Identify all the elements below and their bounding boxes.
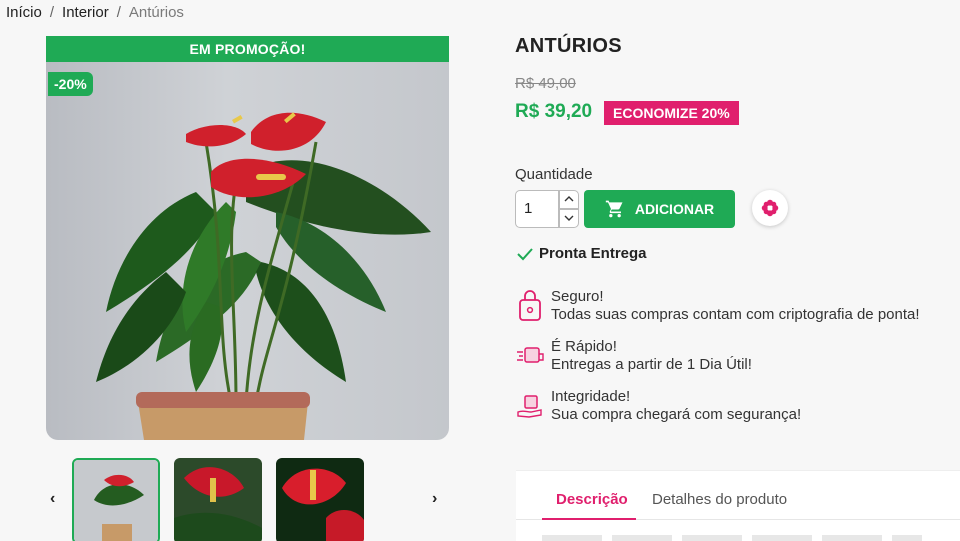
chevron-left-icon[interactable]: ‹ xyxy=(50,490,55,508)
feature-secure: Seguro! Todas suas compras contam com cr… xyxy=(515,288,920,324)
quantity-label: Quantidade xyxy=(515,166,593,183)
feature-title: Seguro! xyxy=(551,288,604,305)
chevron-up-icon xyxy=(564,196,574,202)
feature-text: Entregas a partir de 1 Dia Útil! xyxy=(551,356,752,373)
breadcrumb-category[interactable]: Interior xyxy=(62,4,109,21)
tab-description[interactable]: Descrição xyxy=(556,491,628,508)
fast-delivery-icon xyxy=(517,347,544,363)
quantity-input[interactable]: 1 xyxy=(515,190,559,228)
check-icon xyxy=(517,247,533,260)
tab-content-preview xyxy=(542,535,922,541)
promo-banner: EM PROMOÇÃO! xyxy=(46,36,449,62)
savings-badge: ECONOMIZE 20% xyxy=(604,101,739,125)
feature-integrity: Integridade! Sua compra chegará com segu… xyxy=(515,388,801,424)
thumbnail-3[interactable] xyxy=(276,458,364,541)
flower-icon xyxy=(761,199,779,217)
lock-bag-icon xyxy=(519,290,541,321)
old-price: R$ 49,00 xyxy=(515,75,576,92)
tab-product-details[interactable]: Detalhes do produto xyxy=(652,491,787,508)
cart-icon xyxy=(605,200,623,218)
breadcrumb-current: Antúrios xyxy=(128,4,184,21)
current-price: R$ 39,20 xyxy=(515,101,593,122)
breadcrumb-separator: / xyxy=(49,4,55,21)
chevron-right-icon[interactable]: › xyxy=(432,490,437,508)
feature-title: Integridade! xyxy=(551,388,631,405)
feature-title: É Rápido! xyxy=(551,338,617,355)
feature-text: Todas suas compras contam com criptograf… xyxy=(551,306,920,323)
breadcrumb-separator: / xyxy=(116,4,121,21)
product-page: Início / Interior / Antúrios EM PROMOÇÃO… xyxy=(0,0,960,541)
thumb-image xyxy=(276,458,364,541)
anthurium-photo xyxy=(96,112,431,440)
stock-label: Pronta Entrega xyxy=(539,245,647,262)
thumbnail-2[interactable] xyxy=(174,458,262,541)
product-tabs: Descrição Detalhes do produto xyxy=(516,470,960,541)
discount-tag: -20% xyxy=(48,72,93,96)
breadcrumb-home[interactable]: Início xyxy=(6,4,42,21)
feature-text: Sua compra chegará com segurança! xyxy=(551,406,802,423)
wishlist-button[interactable] xyxy=(752,190,788,226)
add-to-cart-label: ADICIONAR xyxy=(634,201,715,217)
chevron-down-icon xyxy=(564,215,574,221)
product-main-image[interactable]: EM PROMOÇÃO! -20% xyxy=(46,36,449,440)
quantity-decrement-button[interactable] xyxy=(559,209,579,228)
thumb-image xyxy=(174,458,262,541)
add-to-cart-button[interactable]: ADICIONAR xyxy=(584,190,735,228)
package-hand-icon xyxy=(517,395,542,418)
stock-status: Pronta Entrega xyxy=(517,245,647,262)
thumbnail-1[interactable] xyxy=(72,458,160,541)
quantity-increment-button[interactable] xyxy=(559,190,579,209)
product-title: ANTÚRIOS xyxy=(515,35,622,57)
thumbnail-carousel: ‹ › xyxy=(46,456,450,541)
thumb-image xyxy=(74,460,158,541)
feature-fast: É Rápido! Entregas a partir de 1 Dia Úti… xyxy=(515,338,752,374)
breadcrumb: Início / Interior / Antúrios xyxy=(6,4,184,21)
active-tab-indicator xyxy=(542,518,636,520)
